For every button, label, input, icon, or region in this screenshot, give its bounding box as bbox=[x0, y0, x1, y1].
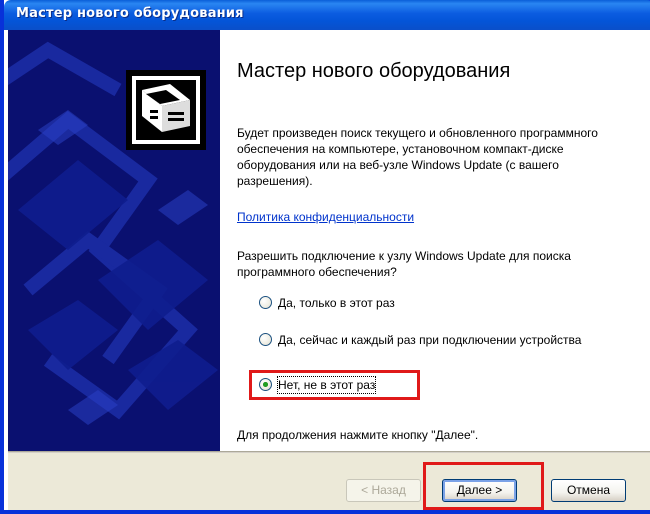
button-bar: < Назад Далее > Отмена bbox=[8, 453, 650, 510]
description-text: Будет произведен поиск текущего и обновл… bbox=[237, 126, 598, 188]
question-text: Разрешить подключение к узлу Windows Upd… bbox=[237, 249, 571, 279]
title-bar[interactable]: Мастер нового оборудования bbox=[4, 0, 650, 30]
back-button[interactable]: < Назад bbox=[346, 479, 421, 502]
wizard-content: Мастер нового оборудования Будет произве… bbox=[220, 30, 650, 451]
window-title: Мастер нового оборудования bbox=[16, 6, 244, 21]
radio-label: Да, сейчас и каждый раз при подключении … bbox=[278, 333, 582, 347]
highlight-box-next bbox=[423, 462, 544, 510]
page-title: Мастер нового оборудования bbox=[237, 60, 511, 82]
hardware-wizard-icon bbox=[126, 70, 206, 150]
wizard-window: Мастер нового оборудования Мастер нового… bbox=[0, 0, 650, 514]
privacy-policy-link[interactable]: Политика конфиденциальности bbox=[237, 210, 414, 224]
highlight-box-radio bbox=[249, 370, 420, 400]
wizard-side-panel bbox=[8, 30, 220, 451]
cancel-button[interactable]: Отмена bbox=[551, 479, 626, 502]
radio-button[interactable] bbox=[259, 333, 272, 346]
continue-hint: Для продолжения нажмите кнопку "Далее". bbox=[237, 428, 479, 442]
radio-button[interactable] bbox=[259, 296, 272, 309]
radio-label: Да, только в этот раз bbox=[278, 296, 395, 310]
